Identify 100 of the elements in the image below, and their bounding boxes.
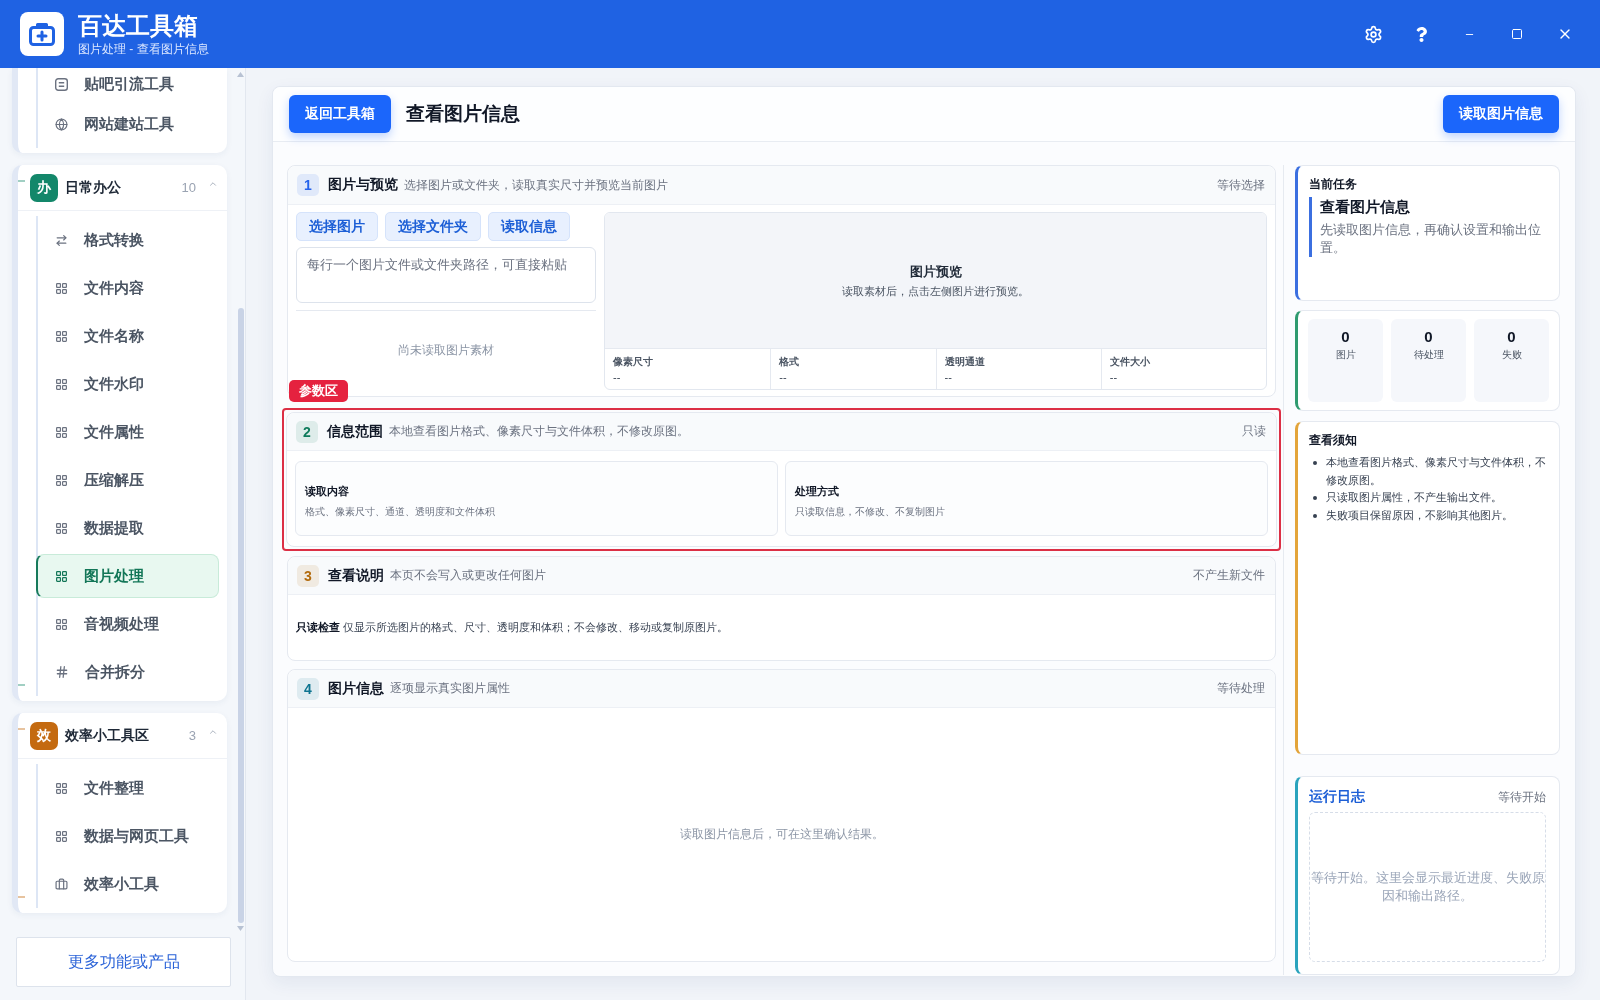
grid-icon — [55, 473, 68, 487]
notice-text: 本地查看图片格式、像素尺寸与文件体积，不修改原图。 — [1326, 455, 1547, 488]
group-title: 日常办公 — [65, 178, 121, 197]
grid-icon — [55, 617, 68, 631]
stat-label: 失败 — [1501, 348, 1522, 362]
meta-value: -- — [944, 371, 952, 383]
sidebar-item[interactable]: 数据提取 — [36, 506, 219, 550]
section-description: 逐项显示真实图片属性 — [390, 680, 510, 697]
scroll-down-icon — [237, 926, 244, 931]
back-button[interactable]: 返回工具箱 — [289, 95, 391, 133]
section-status: 不产生新文件 — [1193, 567, 1265, 584]
section-title: 图片信息 — [328, 679, 384, 698]
more-products-button[interactable]: 更多功能或产品 — [16, 937, 231, 987]
section-status: 等待选择 — [1217, 176, 1265, 194]
sidebar-item[interactable]: 文件名称 — [36, 314, 219, 358]
grid-icon — [55, 521, 68, 535]
source-action-button[interactable]: 读取信息 — [488, 212, 570, 241]
grid-icon — [55, 329, 68, 343]
settings-icon — [1363, 24, 1383, 44]
section-description: 本页不会写入或更改任何图片 — [390, 567, 546, 584]
log-title: 运行日志 — [1309, 788, 1365, 806]
note-text: 只读检查 仅显示所选图片的格式、尺寸、透明度和体积；不会修改、移动或复制原图片。 — [296, 620, 729, 635]
info-card-text: 只读取信息，不修改、不复制图片 — [795, 505, 945, 519]
sidebar-item[interactable]: 音视频处理 — [36, 602, 219, 646]
info-card-title: 处理方式 — [795, 484, 839, 499]
sidebar-item[interactable]: 图片处理 — [36, 554, 219, 598]
group-badge: 效 — [30, 721, 58, 750]
notice-text: 失败项目保留原因，不影响其他图片。 — [1326, 507, 1513, 523]
read-info-button[interactable]: 读取图片信息 — [1443, 95, 1559, 133]
notice-title: 查看须知 — [1309, 432, 1358, 448]
source-action-button[interactable]: 选择文件夹 — [385, 212, 481, 241]
section-number: 1 — [297, 174, 319, 196]
bullet-icon — [1313, 461, 1317, 465]
section-description: 选择图片或文件夹，读取真实尺寸并预览当前图片 — [404, 176, 668, 194]
window-subtitle: 图片处理 - 查看图片信息 — [78, 41, 209, 57]
maximize-icon — [1511, 28, 1523, 40]
sidebar-item[interactable]: 网站建站工具 — [36, 102, 219, 146]
path-input-field[interactable]: 每行一个图片文件或文件夹路径，可直接粘贴 — [296, 247, 596, 303]
task-title: 查看图片信息 — [1320, 197, 1410, 217]
section-title: 图片与预览 — [328, 176, 398, 194]
meta-label: 文件大小 — [1109, 355, 1150, 369]
sidebar-item[interactable]: 合并拆分 — [36, 650, 219, 694]
scroll-up-icon — [237, 72, 244, 77]
stat-label: 待处理 — [1413, 348, 1444, 362]
empty-state-text: 尚未读取图片素材 — [398, 342, 494, 359]
section-title: 信息范围 — [327, 422, 383, 441]
section-title: 查看说明 — [328, 566, 384, 585]
meta-label: 透明通道 — [944, 355, 985, 369]
meta-value: -- — [613, 371, 621, 383]
grid-icon — [55, 829, 68, 843]
group-count: 10 — [181, 180, 196, 195]
sidebar-item[interactable]: 文件属性 — [36, 410, 219, 454]
grid-icon — [55, 569, 68, 583]
group-badge: 办 — [30, 173, 58, 202]
grid-icon — [55, 425, 68, 439]
log-placeholder-text: 等待开始。这里会显示最近进度、失败原因和输出路径。 — [1310, 869, 1545, 905]
note-icon — [55, 77, 68, 91]
group-count: 3 — [188, 728, 196, 743]
section-number: 4 — [297, 677, 319, 700]
globe-icon — [55, 117, 68, 131]
stat-value: 0 — [1507, 328, 1516, 346]
info-card-title: 读取内容 — [305, 484, 349, 499]
area-tag: 参数区 — [289, 380, 348, 402]
section-status: 等待处理 — [1217, 680, 1265, 697]
task-label: 当前任务 — [1309, 176, 1358, 192]
sidebar-item[interactable]: 贴吧引流工具 — [36, 70, 219, 98]
grid-icon — [55, 781, 68, 795]
sidebar-item[interactable]: 文件整理 — [36, 766, 219, 810]
toolbox-logo-icon — [20, 12, 64, 56]
meta-value: -- — [1109, 371, 1118, 383]
log-status: 等待开始 — [1498, 788, 1546, 806]
source-action-button[interactable]: 选择图片 — [296, 212, 378, 241]
sidebar-item[interactable]: 文件水印 — [36, 362, 219, 406]
page-title: 查看图片信息 — [406, 102, 520, 126]
stat-value: 0 — [1424, 328, 1433, 346]
sidebar-item[interactable]: 压缩解压 — [36, 458, 219, 502]
stat-value: 0 — [1341, 328, 1350, 346]
group-title: 效率小工具区 — [65, 726, 149, 745]
section-status: 只读 — [1242, 423, 1266, 440]
meta-value: -- — [779, 371, 787, 383]
sidebar-item[interactable]: 文件内容 — [36, 266, 219, 310]
sidebar-item[interactable]: 格式转换 — [36, 218, 219, 262]
preview-title: 图片预览 — [909, 262, 962, 281]
sidebar-item[interactable]: 效率小工具 — [36, 862, 219, 906]
app-title: 百达工具箱 — [78, 11, 198, 40]
meta-label: 像素尺寸 — [613, 355, 653, 369]
meta-label: 格式 — [779, 355, 800, 369]
info-card-text: 格式、像素尺寸、通道、透明度和文件体积 — [305, 505, 495, 519]
preview-hint: 读取素材后，点击左侧图片进行预览。 — [842, 283, 1029, 299]
briefcase-icon — [55, 877, 68, 891]
section-number: 3 — [297, 564, 319, 587]
notice-text: 只读取图片属性，不产生输出文件。 — [1326, 490, 1502, 505]
bullet-icon — [1313, 496, 1317, 500]
grid-icon — [55, 377, 68, 391]
sidebar-item[interactable]: 数据与网页工具 — [36, 814, 219, 858]
section-number: 2 — [296, 420, 318, 443]
scrollbar-thumb[interactable] — [237, 308, 244, 923]
bullet-icon — [1313, 513, 1317, 518]
grid-icon — [55, 281, 68, 295]
section-description: 本地查看图片格式、像素尺寸与文件体积，不修改原图。 — [389, 423, 689, 440]
